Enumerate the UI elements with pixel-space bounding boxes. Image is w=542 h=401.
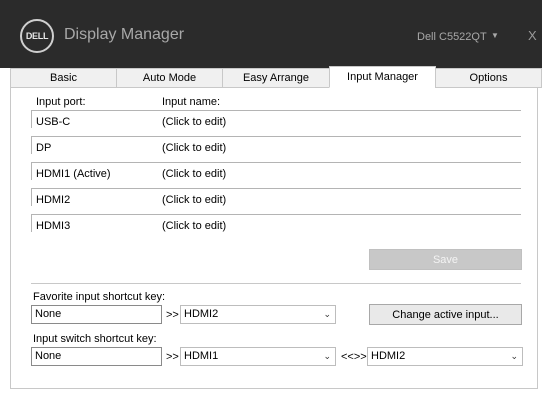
favorite-input-value: HDMI2 xyxy=(184,308,219,320)
section-divider xyxy=(31,283,521,284)
switch-input-b-value: HDMI2 xyxy=(371,350,406,362)
row-separator xyxy=(31,110,521,111)
row-separator xyxy=(31,214,521,215)
row-edge xyxy=(31,214,32,232)
save-button[interactable]: Save xyxy=(369,249,522,270)
input-port-dp: DP xyxy=(36,142,52,154)
change-active-input-button[interactable]: Change active input... xyxy=(369,304,522,325)
chevron-down-icon: ⌄ xyxy=(510,351,518,361)
input-name-field[interactable]: (Click to edit) xyxy=(162,116,226,128)
caret-down-icon[interactable]: ▼ xyxy=(491,31,499,40)
input-port-hdmi3: HDMI3 xyxy=(36,220,71,232)
input-port-header: Input port: xyxy=(36,96,86,108)
tab-options[interactable]: Options xyxy=(435,68,542,88)
tab-auto-mode[interactable]: Auto Mode xyxy=(116,68,223,88)
favorite-input-select[interactable]: HDMI2 ⌄ xyxy=(180,305,336,324)
chevron-down-icon: ⌄ xyxy=(323,309,331,319)
input-name-field[interactable]: (Click to edit) xyxy=(162,168,226,180)
swap-arrows-label: <<>> xyxy=(341,351,367,363)
row-edge xyxy=(31,188,32,206)
row-edge xyxy=(31,162,32,180)
switch-shortcut-key-input[interactable]: None xyxy=(31,347,162,366)
input-port-hdmi1: HDMI1 (Active) xyxy=(36,168,111,180)
row-separator xyxy=(31,162,521,163)
row-separator xyxy=(31,136,521,137)
app-title: Display Manager xyxy=(64,26,185,43)
favorite-shortcut-key-input[interactable]: None xyxy=(31,305,162,324)
row-separator xyxy=(31,188,521,189)
input-name-field[interactable]: (Click to edit) xyxy=(162,194,226,206)
switch-input-b-select[interactable]: HDMI2 ⌄ xyxy=(367,347,523,366)
title-bar: DELL Display Manager Dell C5522QT ▼ X xyxy=(0,0,542,68)
input-name-field[interactable]: (Click to edit) xyxy=(162,142,226,154)
close-button[interactable]: X xyxy=(528,28,537,43)
tab-basic[interactable]: Basic xyxy=(10,68,117,88)
input-name-field[interactable]: (Click to edit) xyxy=(162,220,226,232)
monitor-selector[interactable]: Dell C5522QT xyxy=(417,31,487,43)
tab-bar: Basic Auto Mode Easy Arrange Input Manag… xyxy=(10,66,542,88)
switch-input-a-value: HDMI1 xyxy=(184,350,219,362)
row-edge xyxy=(31,136,32,154)
tab-easy-arrange[interactable]: Easy Arrange xyxy=(222,68,330,88)
input-port-hdmi2: HDMI2 xyxy=(36,194,71,206)
favorite-shortcut-label: Favorite input shortcut key: xyxy=(33,291,166,303)
arrow-label: >> xyxy=(166,309,179,321)
dell-logo-icon: DELL xyxy=(20,19,54,53)
chevron-down-icon: ⌄ xyxy=(323,351,331,361)
tab-input-manager[interactable]: Input Manager xyxy=(329,66,436,88)
input-port-usb-c: USB-C xyxy=(36,116,71,128)
input-name-header: Input name: xyxy=(162,96,221,108)
switch-shortcut-label: Input switch shortcut key: xyxy=(33,333,157,345)
switch-input-a-select[interactable]: HDMI1 ⌄ xyxy=(180,347,336,366)
row-edge xyxy=(31,110,32,128)
arrow-label: >> xyxy=(166,351,179,363)
